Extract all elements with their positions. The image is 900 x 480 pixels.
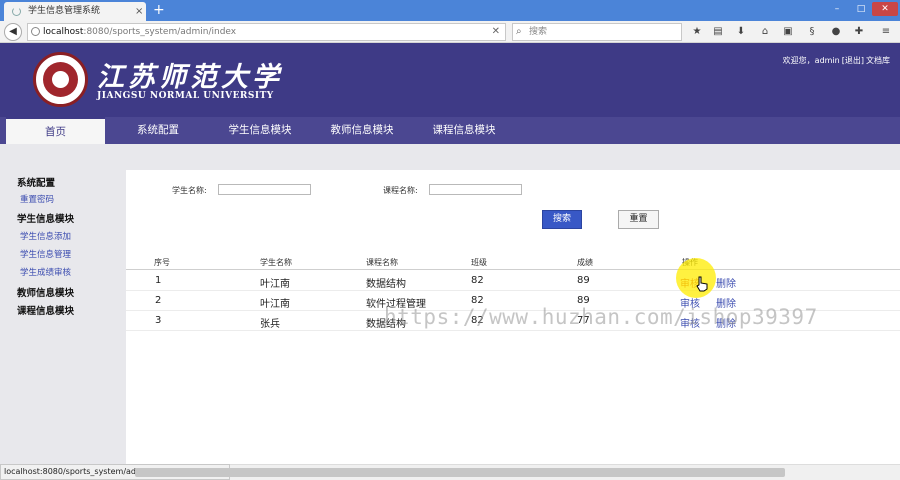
cell-id: 2 bbox=[155, 295, 162, 306]
nav-teacher-module[interactable]: 教师信息模块 bbox=[316, 117, 408, 144]
horizontal-scrollbar[interactable] bbox=[135, 464, 900, 480]
url-path: :8080/sports_system/admin/index bbox=[83, 27, 237, 37]
tab-title: 学生信息管理系统 bbox=[28, 6, 101, 16]
sidebar-group-system-config[interactable]: 系统配置 bbox=[17, 175, 55, 189]
hand-cursor-icon bbox=[696, 276, 708, 292]
extension-icon[interactable]: § bbox=[805, 25, 819, 39]
chat-icon[interactable]: ● bbox=[829, 25, 843, 39]
table-header: 序号 学生名称 课程名称 班级 成绩 操作 bbox=[126, 255, 900, 270]
puzzle-icon[interactable]: ✚ bbox=[852, 25, 866, 39]
nav-system-config[interactable]: 系统配置 bbox=[112, 117, 204, 144]
student-name-label: 学生名称: bbox=[172, 186, 207, 195]
cell-student: 叶江南 bbox=[260, 299, 290, 310]
col-score: 成绩 bbox=[577, 258, 593, 267]
cell-student: 叶江南 bbox=[260, 279, 290, 290]
minimize-button[interactable]: – bbox=[828, 2, 846, 16]
help-link[interactable]: 文档库 bbox=[866, 56, 890, 65]
site-header: 江苏师范大学 JIANGSU NORMAL UNIVERSITY 欢迎您，adm… bbox=[0, 43, 900, 117]
welcome-text: 欢迎您，admin bbox=[782, 56, 840, 65]
close-window-button[interactable]: ✕ bbox=[872, 2, 898, 16]
sidebar-group-teacher-module[interactable]: 教师信息模块 bbox=[17, 285, 74, 299]
col-id: 序号 bbox=[154, 258, 170, 267]
course-name-input[interactable] bbox=[429, 184, 522, 195]
sidebar-item-student-manage[interactable]: 学生信息管理 bbox=[20, 248, 71, 260]
url-host: localhost bbox=[43, 27, 84, 37]
browser-search-input[interactable]: ⌕ 搜索 bbox=[512, 23, 682, 41]
menu-icon[interactable]: ≡ bbox=[879, 25, 893, 39]
logout-link[interactable]: [退出] bbox=[842, 56, 864, 65]
cell-score: 89 bbox=[577, 275, 590, 286]
sidebar-group-course-module[interactable]: 课程信息模块 bbox=[17, 303, 74, 317]
back-button[interactable]: ◀ bbox=[4, 23, 22, 41]
sidebar-item-reset-password[interactable]: 重置密码 bbox=[20, 193, 54, 205]
cell-student: 张兵 bbox=[260, 319, 280, 330]
search-button[interactable]: 搜索 bbox=[542, 210, 582, 229]
sidebar-item-score-review[interactable]: 学生成绩审核 bbox=[20, 266, 71, 278]
loading-icon bbox=[12, 7, 21, 16]
cell-id: 1 bbox=[155, 275, 162, 286]
browser-toolbar: ◀ localhost:8080/sports_system/admin/ind… bbox=[0, 21, 900, 43]
reset-button[interactable]: 重置 bbox=[618, 210, 659, 229]
university-seal-logo bbox=[33, 52, 88, 107]
browser-tab[interactable]: 学生信息管理系统 × bbox=[4, 2, 146, 21]
col-student: 学生名称 bbox=[260, 258, 292, 267]
student-name-input[interactable] bbox=[218, 184, 311, 195]
university-name-en: JIANGSU NORMAL UNIVERSITY bbox=[97, 91, 274, 101]
maximize-button[interactable]: □ bbox=[852, 2, 870, 16]
tab-close-icon[interactable]: × bbox=[135, 2, 143, 21]
scrollbar-thumb[interactable] bbox=[135, 468, 785, 477]
nav-course-module[interactable]: 课程信息模块 bbox=[418, 117, 510, 144]
sidebar-item-student-add[interactable]: 学生信息添加 bbox=[20, 230, 71, 242]
nav-home[interactable]: 首页 bbox=[6, 117, 105, 144]
nav-student-module[interactable]: 学生信息模块 bbox=[214, 117, 306, 144]
browser-tab-strip: 学生信息管理系统 × + – □ ✕ bbox=[0, 0, 900, 21]
table-row: 1 叶江南 数据结构 82 89 审核 删除 bbox=[126, 271, 900, 291]
watermark-text: https://www.huzhan.com/ishop39397 bbox=[384, 305, 818, 329]
home-icon[interactable]: ⌂ bbox=[758, 25, 772, 39]
cell-course: 数据结构 bbox=[366, 279, 406, 290]
cell-id: 3 bbox=[155, 315, 162, 326]
sidebar-group-student-module[interactable]: 学生信息模块 bbox=[17, 211, 74, 225]
new-tab-button[interactable]: + bbox=[153, 1, 165, 19]
course-name-label: 课程名称: bbox=[383, 186, 418, 195]
star-icon[interactable]: ★ bbox=[690, 25, 704, 39]
col-class: 班级 bbox=[471, 258, 487, 267]
back-arrow-icon: ◀ bbox=[9, 26, 17, 37]
download-icon[interactable]: ⬇ bbox=[734, 25, 748, 39]
bookmarks-icon[interactable]: ▤ bbox=[711, 25, 725, 39]
col-course: 课程名称 bbox=[366, 258, 398, 267]
search-icon: ⌕ bbox=[516, 26, 522, 37]
delete-link[interactable]: 删除 bbox=[716, 275, 736, 290]
cell-class: 82 bbox=[471, 275, 484, 286]
main-nav: 首页 系统配置 学生信息模块 教师信息模块 课程信息模块 bbox=[0, 117, 900, 144]
sidebar: 系统配置 重置密码 学生信息模块 学生信息添加 学生信息管理 学生成绩审核 教师… bbox=[0, 144, 126, 464]
screenshot-icon[interactable]: ▣ bbox=[781, 25, 795, 39]
university-name-cn: 江苏师范大学 bbox=[97, 62, 283, 93]
welcome-area: 欢迎您，admin [退出] 文档库 bbox=[728, 55, 890, 66]
clear-url-icon[interactable]: ✕ bbox=[492, 24, 500, 40]
address-bar[interactable]: localhost:8080/sports_system/admin/index… bbox=[27, 23, 518, 41]
page-info-icon bbox=[31, 27, 40, 36]
search-placeholder: 搜索 bbox=[529, 27, 548, 37]
